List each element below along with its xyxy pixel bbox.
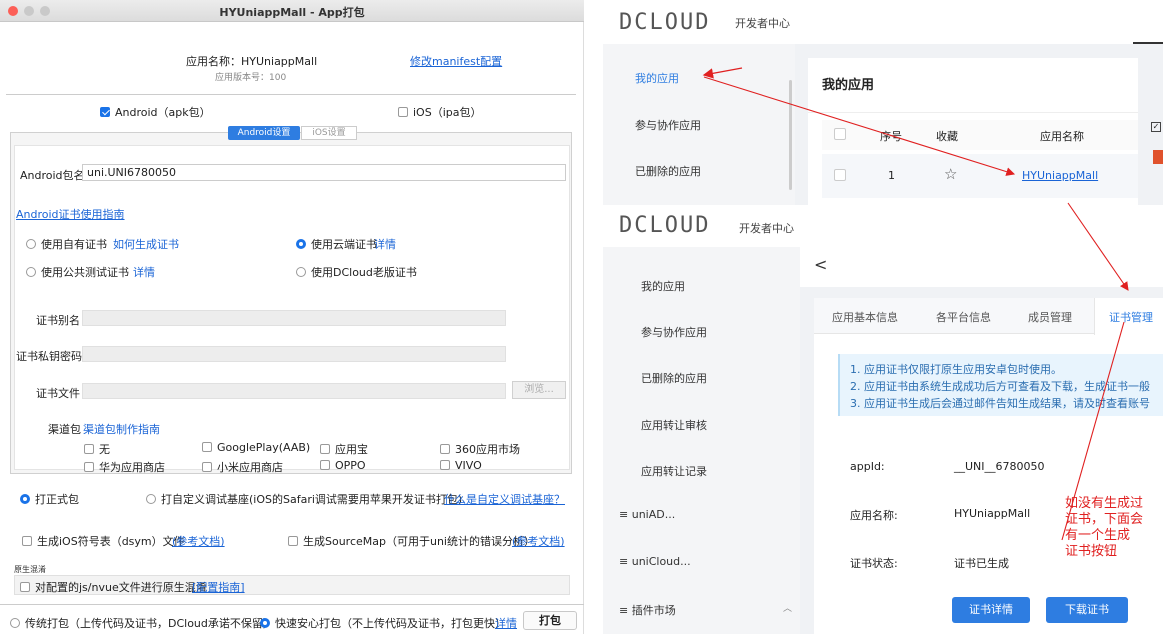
arrow-to-my-apps bbox=[702, 67, 743, 79]
arrow-to-cert-tab bbox=[1067, 202, 1129, 291]
annotation-arrows bbox=[702, 67, 1129, 541]
arrow-to-app-link bbox=[703, 76, 1016, 176]
arrow-from-tab-down bbox=[1061, 321, 1125, 541]
